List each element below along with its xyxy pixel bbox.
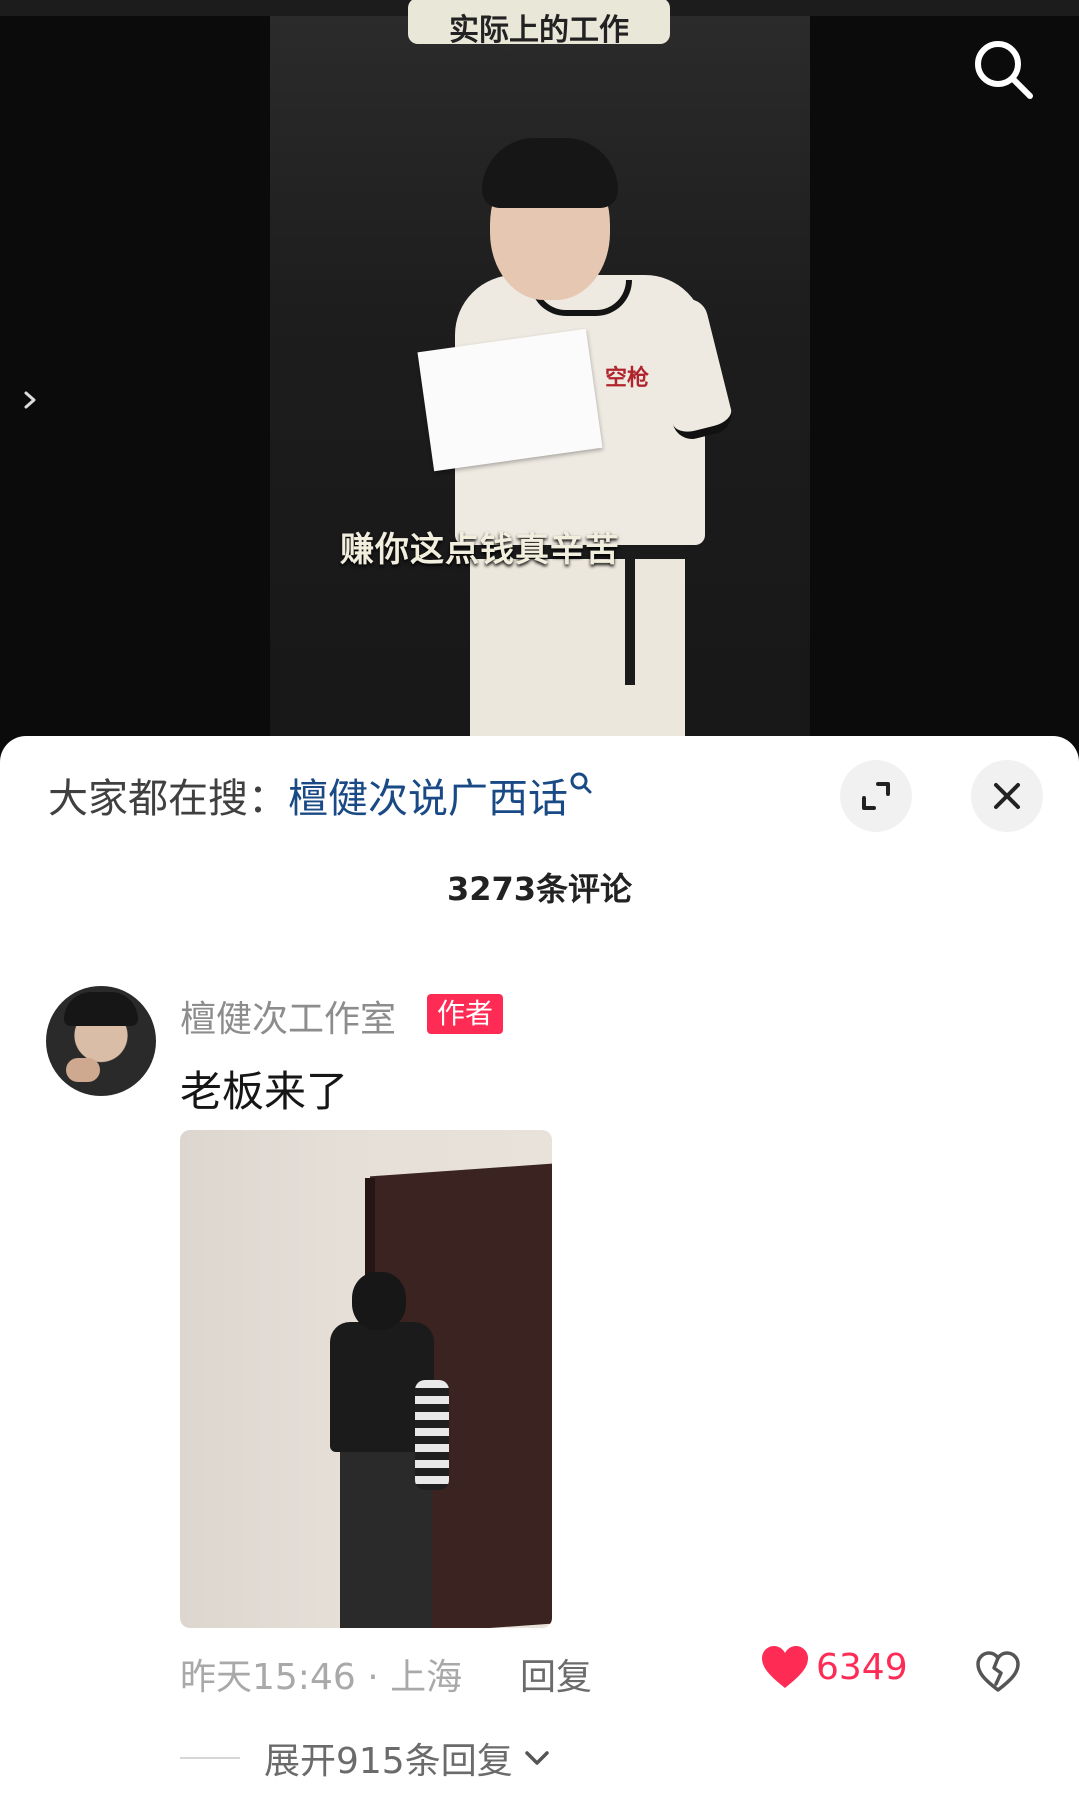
avatar-hand	[66, 1058, 100, 1082]
expand-icon	[862, 782, 890, 810]
video-figure-strap	[625, 555, 635, 685]
shirt-logo: 空枪	[605, 365, 650, 391]
image-person-head	[352, 1272, 406, 1330]
expand-button[interactable]	[840, 760, 912, 832]
chevron-right-icon[interactable]	[18, 385, 42, 415]
comment-count: 3273条评论	[446, 870, 633, 908]
comment-username[interactable]: 檀健次工作室	[180, 990, 396, 1042]
expand-replies-line	[180, 1757, 240, 1759]
author-badge: 作者	[427, 994, 504, 1034]
close-icon	[994, 783, 1020, 809]
search-icon[interactable]	[970, 36, 1038, 104]
close-button[interactable]	[971, 760, 1043, 832]
expand-replies-button[interactable]: 展开915条回复	[180, 1732, 553, 1784]
search-icon	[570, 772, 592, 794]
avatar-hair	[64, 992, 138, 1026]
search-suggestion-prefix: 大家都在搜：	[48, 776, 288, 822]
image-person-sleeve	[415, 1380, 449, 1490]
video-figure-paper	[417, 328, 603, 472]
video-figure-hair	[482, 138, 618, 208]
video-player[interactable]: 实际上的工作 空枪 赚你这点钱真辛苦	[0, 0, 1079, 760]
video-top-caption: 实际上的工作	[408, 0, 670, 44]
search-suggestion-query[interactable]: 檀健次说广西话	[288, 776, 568, 822]
reply-button[interactable]: 回复	[520, 1648, 592, 1700]
video-subtitle: 赚你这点钱真辛苦	[340, 530, 620, 570]
comment-meta-row: 昨天15:46 · 上海 回复 6349	[180, 1644, 1060, 1700]
heart-icon	[762, 1646, 808, 1688]
comment-time-location: 昨天15:46 · 上海	[180, 1657, 463, 1698]
avatar[interactable]	[46, 986, 156, 1096]
comment-sheet: 大家都在搜：檀健次说广西话 3273条评论 檀健次工作室 作者 老板来了 昨天1	[0, 736, 1079, 1820]
expand-replies-label: 展开915条回复	[264, 1741, 513, 1782]
dislike-icon[interactable]	[974, 1648, 1022, 1696]
like-count: 6349	[816, 1646, 908, 1688]
chevron-down-icon	[524, 1751, 549, 1765]
video-figure-pants	[470, 545, 685, 760]
comment-image[interactable]	[180, 1130, 552, 1628]
like-button[interactable]: 6349	[760, 1644, 908, 1690]
search-suggestion[interactable]: 大家都在搜：檀健次说广西话	[48, 766, 594, 824]
comment-text: 老板来了	[180, 1067, 349, 1116]
